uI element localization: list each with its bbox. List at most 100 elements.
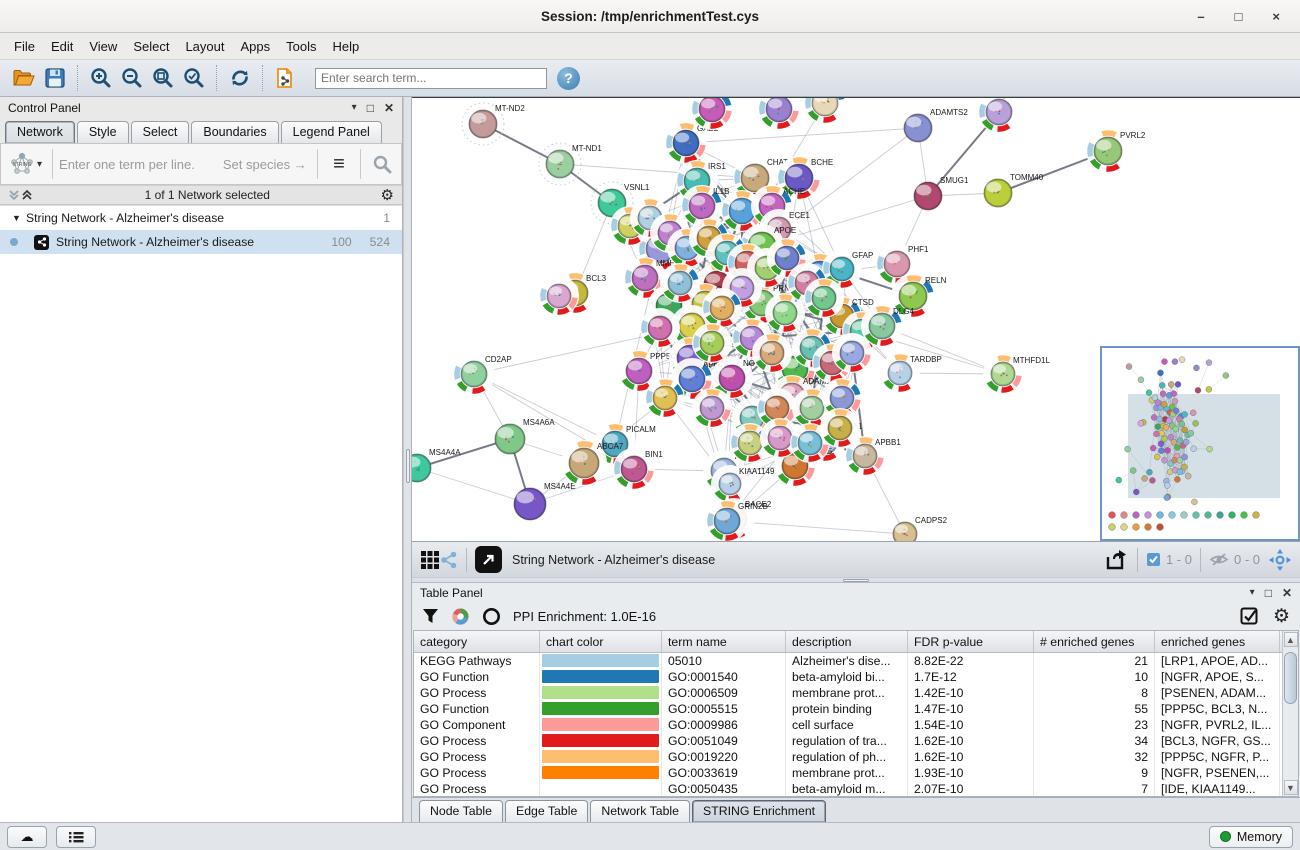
network-nodes[interactable]: MT-ND2MT-ND1VSNL1GAB2IRS1CHATBCHEIL1BTNF… bbox=[412, 98, 1146, 541]
node[interactable] bbox=[805, 98, 845, 123]
search-input[interactable] bbox=[315, 68, 547, 89]
table-row[interactable]: GO ProcessGO:0033619membrane prot...1.93… bbox=[414, 765, 1282, 781]
menu-tools[interactable]: Tools bbox=[278, 35, 324, 58]
table-row[interactable]: GO ProcessGO:0006509membrane prot...1.42… bbox=[414, 685, 1282, 701]
node[interactable] bbox=[821, 409, 859, 447]
minimize-button[interactable]: – bbox=[1197, 9, 1204, 24]
string-search-icon[interactable] bbox=[367, 149, 397, 179]
node-BIN1[interactable]: BIN1 bbox=[614, 449, 663, 489]
table-row[interactable]: GO ComponentGO:0009986cell surface1.54E-… bbox=[414, 717, 1282, 733]
scroll-down-icon[interactable]: ▼ bbox=[1284, 780, 1298, 795]
float-panel-icon[interactable]: □ bbox=[1265, 586, 1272, 600]
panel-menu-icon[interactable]: ▾ bbox=[1250, 587, 1255, 598]
import-network-icon[interactable] bbox=[270, 64, 301, 93]
float-panel-icon[interactable]: □ bbox=[367, 101, 374, 115]
zoom-out-icon[interactable] bbox=[116, 64, 147, 93]
gear-icon[interactable]: ⚙ bbox=[381, 188, 394, 203]
open-folder-icon[interactable] bbox=[8, 64, 39, 93]
node-MT-ND1[interactable]: MT-ND1 bbox=[539, 143, 602, 185]
node-MS4A4E[interactable]: MS4A4E bbox=[514, 482, 576, 520]
node-KIAA1149[interactable]: KIAA1149 bbox=[712, 466, 775, 502]
column-header-term-name[interactable]: term name bbox=[662, 631, 786, 652]
node[interactable] bbox=[540, 277, 578, 315]
menu-layout[interactable]: Layout bbox=[177, 35, 232, 58]
help-icon[interactable]: ? bbox=[557, 67, 580, 90]
node-TOMM40[interactable]: TOMM40 bbox=[984, 173, 1044, 207]
network-row[interactable]: String Network - Alzheimer's disease 100… bbox=[0, 230, 402, 254]
table-row[interactable]: GO ProcessGO:0051049regulation of tra...… bbox=[414, 733, 1282, 749]
node[interactable] bbox=[646, 379, 684, 417]
node-MS4A6A[interactable]: MS4A6A bbox=[495, 418, 555, 454]
column-header-fdr-p-value[interactable]: FDR p-value bbox=[908, 631, 1034, 652]
node-APBB1[interactable]: APBB1 bbox=[846, 437, 901, 475]
grid-view-icon[interactable] bbox=[420, 550, 440, 570]
table-row[interactable]: KEGG Pathways05010Alzheimer's dise...8.8… bbox=[414, 653, 1282, 669]
table-row[interactable]: GO ProcessGO:0019220regulation of ph...1… bbox=[414, 749, 1282, 765]
menu-edit[interactable]: Edit bbox=[43, 35, 81, 58]
node[interactable] bbox=[979, 98, 1019, 132]
menu-help[interactable]: Help bbox=[325, 35, 368, 58]
tab-style[interactable]: Style bbox=[77, 121, 129, 143]
table-scrollbar[interactable]: ▲ ▼ bbox=[1282, 631, 1298, 796]
node-MT-ND2[interactable]: MT-ND2 bbox=[462, 103, 525, 145]
network-collection-row[interactable]: ▼ String Network - Alzheimer's disease 1 bbox=[0, 206, 402, 230]
menu-apps[interactable]: Apps bbox=[233, 35, 279, 58]
node[interactable] bbox=[759, 98, 799, 129]
menu-view[interactable]: View bbox=[81, 35, 125, 58]
menu-select[interactable]: Select bbox=[125, 35, 177, 58]
collapse-caret-icon[interactable]: ▼ bbox=[12, 213, 26, 223]
column-header-description[interactable]: description bbox=[786, 631, 908, 652]
tab-string-enrichment[interactable]: STRING Enrichment bbox=[692, 800, 826, 822]
scrollbar-thumb[interactable] bbox=[1284, 652, 1297, 704]
zoom-in-icon[interactable] bbox=[85, 64, 116, 93]
tab-node-table[interactable]: Node Table bbox=[419, 800, 503, 822]
filter-icon[interactable] bbox=[422, 608, 439, 625]
refresh-icon[interactable] bbox=[224, 64, 255, 93]
expand-collapse-icons[interactable] bbox=[8, 189, 34, 201]
species-hint[interactable]: Set species → bbox=[223, 157, 311, 172]
node[interactable] bbox=[753, 334, 791, 372]
close-button[interactable]: × bbox=[1272, 9, 1280, 24]
zoom-fit-icon[interactable] bbox=[147, 64, 178, 93]
column-header--enriched-genes[interactable]: # enriched genes bbox=[1034, 631, 1155, 652]
node-PVRL2[interactable]: PVRL2 bbox=[1087, 130, 1146, 172]
cloud-tasks-button[interactable]: ☁ bbox=[7, 826, 47, 848]
navigate-move-icon[interactable] bbox=[1268, 548, 1292, 572]
close-panel-icon[interactable]: ✕ bbox=[1282, 586, 1292, 600]
memory-button[interactable]: Memory bbox=[1209, 826, 1293, 848]
splitter-grip[interactable] bbox=[406, 449, 410, 483]
tab-boundaries[interactable]: Boundaries bbox=[191, 121, 278, 143]
table-row[interactable]: GO FunctionGO:0001540beta-amyloid bi...1… bbox=[414, 669, 1282, 685]
network-canvas[interactable]: MT-ND2MT-ND1VSNL1GAB2IRS1CHATBCHEIL1BTNF… bbox=[412, 97, 1300, 541]
node-MTHFD1L[interactable]: MTHFD1L bbox=[984, 355, 1050, 393]
tab-network-table[interactable]: Network Table bbox=[590, 800, 690, 822]
node-SMUG1[interactable]: SMUG1 bbox=[914, 176, 969, 210]
pie-chart-icon[interactable] bbox=[451, 607, 470, 626]
node-MS4A4A[interactable]: MS4A4A bbox=[412, 448, 461, 482]
node-DLG4[interactable]: DLG4 bbox=[862, 306, 914, 346]
column-header-category[interactable]: category bbox=[414, 631, 540, 652]
save-icon[interactable] bbox=[39, 64, 70, 93]
table-row[interactable]: GO FunctionGO:0005515protein binding1.47… bbox=[414, 701, 1282, 717]
node-ADAMTS2[interactable]: ADAMTS2 bbox=[904, 108, 968, 142]
string-menu-icon[interactable]: ≡ bbox=[324, 149, 354, 179]
maximize-button[interactable]: □ bbox=[1235, 9, 1243, 24]
node[interactable] bbox=[661, 264, 699, 302]
task-history-button[interactable] bbox=[56, 826, 96, 848]
share-view-icon[interactable] bbox=[440, 551, 458, 569]
zoom-selected-icon[interactable] bbox=[178, 64, 209, 93]
tab-select[interactable]: Select bbox=[131, 121, 190, 143]
node[interactable] bbox=[693, 389, 731, 427]
menu-file[interactable]: File bbox=[6, 35, 43, 58]
node[interactable] bbox=[692, 98, 732, 129]
node-CADPS2[interactable]: CADPS2 bbox=[893, 516, 948, 541]
ring-chart-icon[interactable] bbox=[482, 607, 501, 626]
column-header-chart-color[interactable]: chart color bbox=[540, 631, 662, 652]
string-logo-icon[interactable]: STRING ▾ bbox=[5, 151, 46, 177]
string-query-input[interactable]: Enter one term per line. bbox=[59, 157, 195, 172]
node[interactable] bbox=[703, 289, 741, 327]
tab-edge-table[interactable]: Edge Table bbox=[505, 800, 588, 822]
node[interactable] bbox=[641, 309, 679, 347]
gear-icon[interactable]: ⚙ bbox=[1273, 607, 1290, 626]
detach-view-icon[interactable] bbox=[475, 546, 502, 573]
